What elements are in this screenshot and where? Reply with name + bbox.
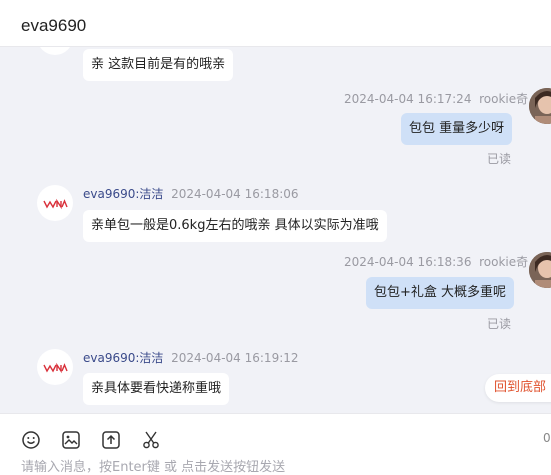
message-meta: eva9690:洁洁 2024-04-04 16:18:06	[83, 185, 299, 202]
message-list[interactable]: 亲 这款目前是有的哦亲 2024-04-04 16:17:24 rookie奇 …	[0, 47, 551, 413]
message-sender: rookie奇	[479, 92, 529, 106]
user-avatar[interactable]	[529, 88, 551, 124]
message-bubble: 亲 这款目前是有的哦亲	[83, 49, 234, 81]
message-sender: rookie奇	[479, 255, 529, 269]
message-bubble: 亲单包一般是0.6kg左右的哦亲 具体以实际为准哦	[83, 210, 387, 242]
message-time: 2024-04-04 16:18:06	[171, 187, 299, 201]
read-status: 已读	[487, 152, 512, 166]
message-meta: 2024-04-04 16:17:24 rookie奇	[344, 90, 528, 107]
message-time: 2024-04-04 16:17:24	[344, 92, 472, 106]
scissors-icon[interactable]	[141, 430, 161, 450]
image-icon[interactable]	[61, 430, 81, 450]
shop-avatar[interactable]	[37, 349, 73, 385]
user-photo-icon	[529, 88, 551, 124]
message-bubble: 包包+礼盒 大概多重呢	[366, 277, 515, 309]
shop-avatar[interactable]	[37, 47, 73, 55]
message-sender: eva9690:洁洁	[83, 351, 164, 365]
message-time: 2024-04-04 16:18:36	[344, 255, 472, 269]
back-to-bottom-button[interactable]: 回到底部	[485, 374, 551, 402]
shop-avatar[interactable]	[37, 185, 73, 221]
read-status: 已读	[487, 317, 512, 331]
user-avatar[interactable]	[529, 252, 551, 288]
message-input-placeholder[interactable]: 请输入消息，按Enter键 或 点击发送按钮发送	[21, 456, 285, 475]
chat-header: eva9690	[0, 0, 551, 47]
message-bubble: 亲具体要看快递称重哦	[83, 373, 230, 405]
user-photo-icon	[529, 252, 551, 288]
message-time: 2024-04-04 16:19:12	[171, 351, 299, 365]
upload-icon[interactable]	[101, 430, 121, 450]
emoji-icon[interactable]	[21, 430, 41, 450]
brand-logo-icon	[43, 362, 68, 374]
message-meta: 2024-04-04 16:18:36 rookie奇	[344, 253, 528, 270]
message-meta: eva9690:洁洁 2024-04-04 16:19:12	[83, 349, 299, 366]
message-sender: eva9690:洁洁	[83, 187, 164, 201]
input-toolbar: 0 请输入消息，按Enter键 或 点击发送按钮发送	[0, 413, 551, 475]
message-bubble: 包包 重量多少呀	[401, 113, 513, 145]
chat-title: eva9690	[21, 16, 87, 35]
char-counter: 0	[543, 431, 551, 445]
brand-logo-icon	[43, 198, 68, 210]
